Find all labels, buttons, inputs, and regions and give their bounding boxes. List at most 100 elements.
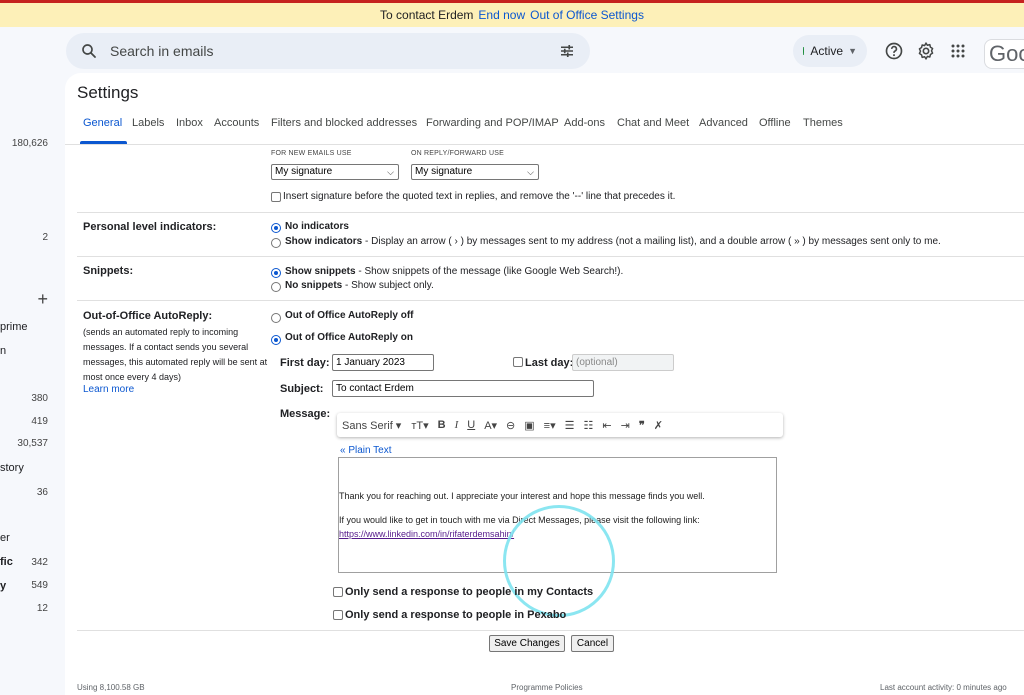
storage-usage: Using 8,100.58 GB xyxy=(77,683,145,692)
option-desc: - Show snippets of the message (like Goo… xyxy=(355,266,624,277)
text-color-icon[interactable]: A▾ xyxy=(484,419,497,432)
last-day-input[interactable]: (optional) xyxy=(572,354,674,371)
contacts-only-checkbox[interactable] xyxy=(333,587,343,597)
search-input[interactable]: Search in emails xyxy=(110,43,558,59)
option-desc: - Display an arrow ( › ) by messages sen… xyxy=(362,236,941,247)
sidebar-label[interactable]: n xyxy=(0,345,6,357)
tab-advanced[interactable]: Advanced xyxy=(699,117,748,129)
tab-labels[interactable]: Labels xyxy=(132,117,164,129)
last-activity: Last account activity: 0 minutes ago xyxy=(880,683,1007,692)
image-icon[interactable]: ▣ xyxy=(524,419,534,432)
remove-formatting-icon[interactable]: ✗ xyxy=(654,419,663,432)
cancel-button[interactable]: Cancel xyxy=(571,635,614,652)
sidebar-label[interactable]: prime xyxy=(0,321,28,333)
subject-input[interactable]: To contact Erdem xyxy=(332,380,594,397)
option-title: No indicators xyxy=(285,221,349,232)
chevron-down-icon: ⌵ xyxy=(527,167,534,177)
bulleted-list-icon[interactable]: ☷ xyxy=(584,419,594,432)
tab-forwarding[interactable]: Forwarding and POP/IMAP xyxy=(426,117,559,129)
show-snippets-radio[interactable] xyxy=(271,268,281,278)
first-day-label: First day: xyxy=(280,357,330,369)
new-email-signature-select[interactable]: My signature ⌵ xyxy=(271,164,399,180)
show-indicators-radio[interactable] xyxy=(271,238,281,248)
tab-themes[interactable]: Themes xyxy=(803,117,843,129)
align-icon[interactable]: ≡▾ xyxy=(544,419,556,432)
pexabo-only-checkbox[interactable] xyxy=(333,610,343,620)
account-logo[interactable]: Goog xyxy=(984,39,1024,69)
font-family-select[interactable]: Sans Serif ▾ xyxy=(342,419,401,432)
no-snippets-text: No snippets - Show subject only. xyxy=(285,280,434,291)
sidebar-count: 12 xyxy=(36,603,48,614)
last-day-checkbox[interactable] xyxy=(513,357,523,367)
autoreply-on-label: Out of Office AutoReply on xyxy=(285,332,413,343)
autoreply-off-radio[interactable] xyxy=(271,313,281,323)
add-label-button[interactable]: + xyxy=(37,289,48,310)
option-title: Show indicators xyxy=(285,236,363,247)
status-selector[interactable]: Active ▼ xyxy=(793,35,867,67)
no-indicators-text: No indicators xyxy=(285,221,349,232)
sidebar-label[interactable]: er xyxy=(0,532,10,544)
help-icon[interactable] xyxy=(884,41,904,61)
snippets-label: Snippets: xyxy=(83,265,134,277)
insert-signature-text: Insert signature before the quoted text … xyxy=(283,191,676,202)
tab-filters[interactable]: Filters and blocked addresses xyxy=(271,117,417,129)
indent-less-icon[interactable]: ⇤ xyxy=(602,419,611,432)
sidebar-label[interactable]: y xyxy=(0,580,6,592)
status-label: Active xyxy=(810,44,844,58)
chevron-down-icon: ⌵ xyxy=(387,167,394,177)
tab-chat-meet[interactable]: Chat and Meet xyxy=(617,117,689,129)
font-size-icon[interactable]: тT▾ xyxy=(411,419,428,432)
insert-signature-checkbox[interactable] xyxy=(271,192,281,202)
select-value: My signature xyxy=(415,166,473,177)
reply-signature-select[interactable]: My signature ⌵ xyxy=(411,164,539,180)
first-day-input[interactable]: 1 January 2023 xyxy=(332,354,434,371)
divider xyxy=(77,256,1024,257)
link-icon[interactable]: ⊖ xyxy=(506,419,515,432)
out-of-office-banner: To contact Erdem End now Out of Office S… xyxy=(0,3,1024,27)
new-emails-caption: FOR NEW EMAILS USE xyxy=(271,150,352,157)
select-value: My signature xyxy=(275,166,333,177)
end-now-link[interactable]: End now xyxy=(478,8,525,22)
sidebar-count: 342 xyxy=(31,557,48,568)
sidebar-count: 380 xyxy=(31,393,48,404)
sidebar-count: 549 xyxy=(31,580,48,591)
linkedin-link[interactable]: https://www.linkedin.com/in/rifaterdemsa… xyxy=(339,529,514,539)
no-snippets-radio[interactable] xyxy=(271,282,281,292)
quote-icon[interactable]: ❞ xyxy=(639,419,645,432)
bold-icon[interactable]: B xyxy=(438,419,446,431)
selected-tab-indicator xyxy=(80,141,127,144)
formatting-toolbar: Sans Serif ▾ тT▾ B I U A▾ ⊖ ▣ ≡▾ ☰ ☷ ⇤ ⇥… xyxy=(337,413,783,437)
reply-caption: ON REPLY/FORWARD USE xyxy=(411,150,504,157)
sidebar-label[interactable]: fic xyxy=(0,556,13,568)
indent-more-icon[interactable]: ⇥ xyxy=(621,419,630,432)
tab-general[interactable]: General xyxy=(83,117,122,129)
search-options-icon[interactable] xyxy=(558,42,576,60)
sidebar-count: 30,537 xyxy=(17,438,48,449)
sidebar-count: 180,626 xyxy=(11,138,48,149)
divider xyxy=(77,300,1024,301)
divider xyxy=(77,630,1024,631)
learn-more-link[interactable]: Learn more xyxy=(83,384,134,395)
autoreply-on-radio[interactable] xyxy=(271,335,281,345)
sidebar-label[interactable]: story xyxy=(0,462,24,474)
tab-offline[interactable]: Offline xyxy=(759,117,791,129)
underline-icon[interactable]: U xyxy=(467,419,475,431)
option-title: No snippets xyxy=(285,280,343,291)
no-indicators-radio[interactable] xyxy=(271,223,281,233)
oof-settings-link[interactable]: Out of Office Settings xyxy=(530,8,644,22)
tab-addons[interactable]: Add-ons xyxy=(564,117,605,129)
tab-accounts[interactable]: Accounts xyxy=(214,117,259,129)
italic-icon[interactable]: I xyxy=(455,419,459,431)
search-bar[interactable]: Search in emails xyxy=(66,33,590,69)
settings-tabs: General Labels Inbox Accounts Filters an… xyxy=(65,109,1024,145)
apps-grid-icon[interactable] xyxy=(948,41,968,61)
font-family-label: Sans Serif xyxy=(342,419,393,432)
save-changes-button[interactable]: Save Changes xyxy=(489,635,565,652)
plain-text-link[interactable]: « Plain Text xyxy=(340,445,392,456)
gear-icon[interactable] xyxy=(916,41,936,61)
programme-policies-link[interactable]: Programme Policies xyxy=(511,683,583,692)
tab-inbox[interactable]: Inbox xyxy=(176,117,203,129)
numbered-list-icon[interactable]: ☰ xyxy=(565,419,575,432)
search-icon[interactable] xyxy=(80,42,98,60)
sidebar-count: 2 xyxy=(42,232,48,243)
